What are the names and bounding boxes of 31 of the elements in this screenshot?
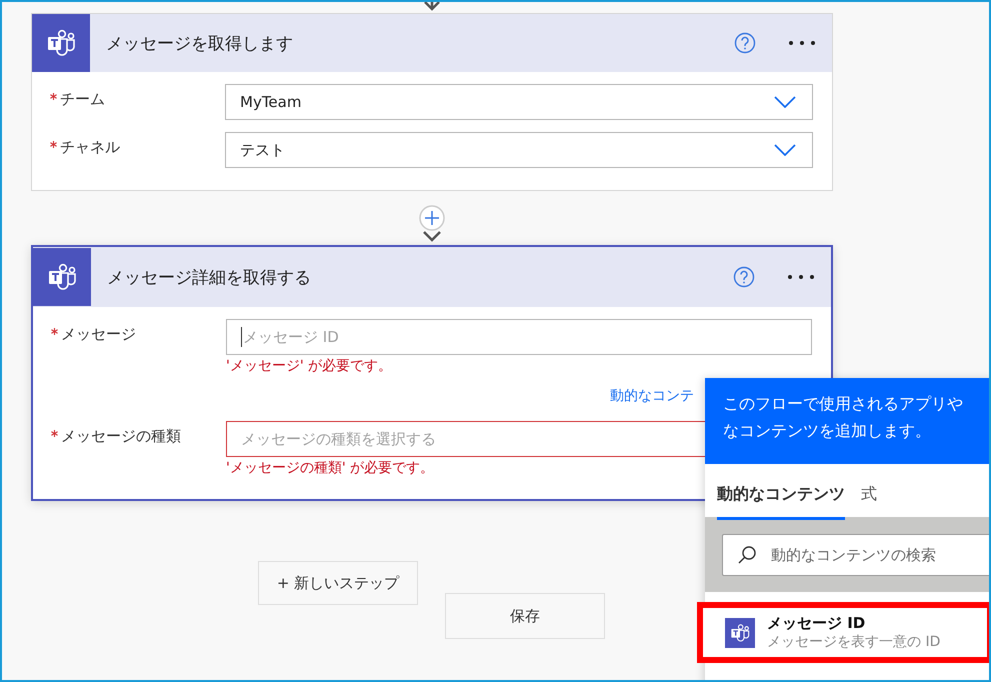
item-title: メッセージ ID [767, 614, 866, 633]
field-label: チャネル [50, 132, 225, 168]
field-label: メッセージ [51, 319, 226, 409]
panel-tab[interactable]: 式 [861, 478, 877, 520]
dropdown-field[interactable]: MyTeam [225, 84, 813, 120]
card-header[interactable]: メッセージを取得します [32, 14, 832, 72]
dropdown-field[interactable]: テスト [225, 132, 813, 168]
dynamic-content-item[interactable]: メッセージ ID メッセージを表す一意の ID [697, 602, 989, 663]
dynamic-content-link[interactable]: 動的なコンテ [610, 387, 694, 405]
arrow-icon [422, 2, 442, 12]
add-step-icon[interactable] [419, 205, 445, 231]
error-message: 'メッセージの種類' が必要です。 [226, 459, 436, 477]
field-label: メッセージの種類 [51, 421, 226, 477]
panel-description: このフローで使用されるアプリや [723, 394, 964, 415]
new-step-button[interactable]: + 新しいステップ [258, 561, 418, 605]
step-title: メッセージを取得します [106, 32, 294, 54]
save-button[interactable]: 保存 [445, 593, 605, 639]
item-description: メッセージを表す一意の ID [767, 633, 940, 651]
help-icon[interactable] [733, 266, 755, 288]
error-message: 'メッセージ' が必要です。 [226, 357, 394, 375]
step-title: メッセージ詳細を取得する [107, 266, 312, 288]
card-header[interactable]: メッセージ詳細を取得する [33, 247, 831, 307]
more-options-icon[interactable] [788, 40, 816, 46]
chevron-down-icon [774, 96, 796, 108]
field-label: チーム [50, 84, 225, 120]
search-icon [737, 545, 757, 565]
search-field[interactable]: 動的なコンテンツの検索 [722, 534, 989, 576]
more-options-icon[interactable] [787, 274, 815, 280]
help-icon[interactable] [734, 32, 756, 54]
teams-logo-icon [725, 618, 755, 648]
chevron-down-icon [774, 144, 796, 156]
